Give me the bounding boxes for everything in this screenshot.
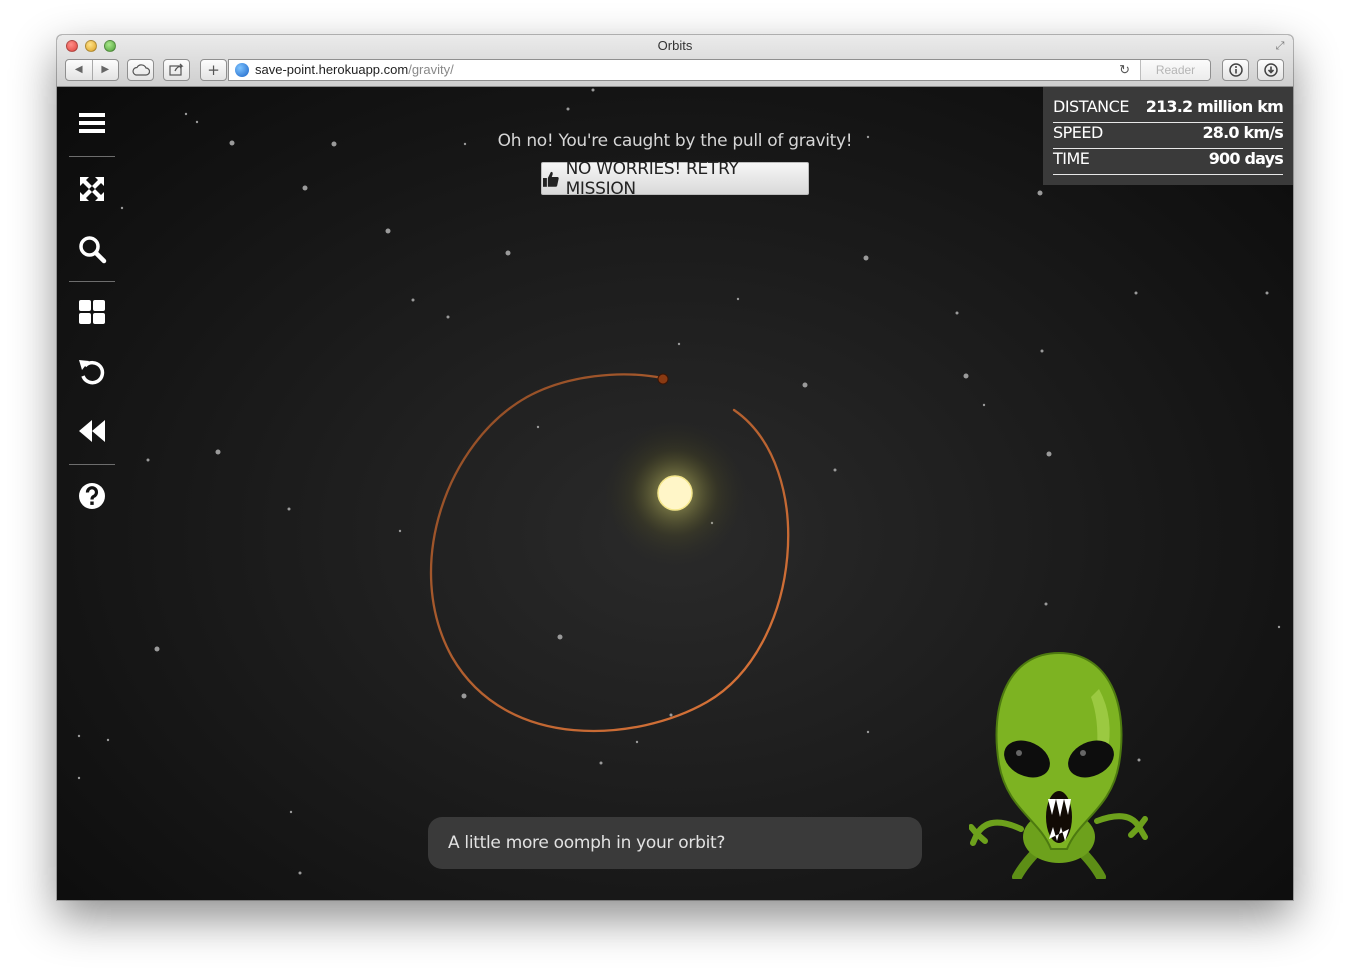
sun <box>657 475 693 511</box>
time-label: TIME <box>1053 149 1090 168</box>
levels-button[interactable] <box>69 290 115 334</box>
back-forward-buttons: ◀ ▶ <box>65 59 119 81</box>
toolbar-divider <box>69 156 115 157</box>
window-title: Orbits <box>657 38 693 53</box>
speed-label: SPEED <box>1053 123 1103 142</box>
orbit-path <box>430 373 790 733</box>
distance-label: DISTANCE <box>1053 97 1129 116</box>
thumbs-up-icon <box>542 171 559 187</box>
icloud-tabs-button[interactable] <box>127 59 154 81</box>
distance-row: DISTANCE 213.2 million km <box>1053 97 1284 123</box>
speed-row: SPEED 28.0 km/s <box>1053 123 1284 149</box>
fullscreen-button[interactable] <box>69 167 115 211</box>
restart-button[interactable] <box>69 350 115 394</box>
browser-window: Orbits ⤢ ◀ ▶ + save-point.herokuapp.com/… <box>57 35 1293 900</box>
game-viewport[interactable]: Oh no! You're caught by the pull of grav… <box>57 87 1293 900</box>
url-host: save-point.herokuapp.com <box>255 62 409 77</box>
address-bar[interactable]: save-point.herokuapp.com/gravity/ ↻ Read… <box>228 59 1211 81</box>
stats-panel: DISTANCE 213.2 million km SPEED 28.0 km/… <box>1043 87 1293 185</box>
share-icon <box>168 63 184 76</box>
alien-character <box>969 651 1148 879</box>
share-button[interactable] <box>163 59 190 81</box>
add-bookmark-button[interactable]: + <box>200 59 227 81</box>
url-path: /gravity/ <box>408 62 454 77</box>
search-icon <box>79 236 107 264</box>
distance-value: 213.2 million km <box>1145 97 1284 116</box>
zoom-button[interactable] <box>69 227 115 271</box>
globe-icon <box>235 63 249 77</box>
reload-icon[interactable]: ↻ <box>1119 60 1130 80</box>
browser-chrome: Orbits ⤢ ◀ ▶ + save-point.herokuapp.com/… <box>57 35 1293 87</box>
info-icon <box>1228 63 1243 77</box>
undo-icon <box>79 360 105 385</box>
help-icon <box>79 483 105 509</box>
cloud-icon <box>131 64 150 76</box>
reader-button[interactable]: Reader <box>1140 60 1210 80</box>
hint-bar: A little more oomph in your orbit? <box>428 817 922 869</box>
retry-mission-button[interactable]: NO WORRIES! RETRY MISSION <box>541 159 809 199</box>
fullscreen-arrows-icon <box>80 177 104 201</box>
left-toolbar <box>57 87 127 517</box>
hint-text: A little more oomph in your orbit? <box>448 833 726 853</box>
time-row: TIME 900 days <box>1053 149 1284 175</box>
forward-button[interactable]: ▶ <box>93 60 119 80</box>
rewind-icon <box>79 420 105 442</box>
back-button[interactable]: ◀ <box>66 60 93 80</box>
toolbar-divider <box>69 281 115 282</box>
info-button[interactable] <box>1222 59 1249 81</box>
planet <box>657 373 669 385</box>
help-button[interactable] <box>69 474 115 518</box>
download-icon <box>1263 63 1278 77</box>
rewind-button[interactable] <box>69 409 115 453</box>
retry-label: NO WORRIES! RETRY MISSION <box>565 158 739 199</box>
time-value: 900 days <box>1208 149 1284 168</box>
downloads-button[interactable] <box>1257 59 1284 81</box>
toolbar-divider <box>69 464 115 465</box>
grid-icon <box>79 300 105 324</box>
fullscreen-toggle-icon[interactable]: ⤢ <box>1273 39 1287 53</box>
speed-value: 28.0 km/s <box>1202 123 1283 142</box>
